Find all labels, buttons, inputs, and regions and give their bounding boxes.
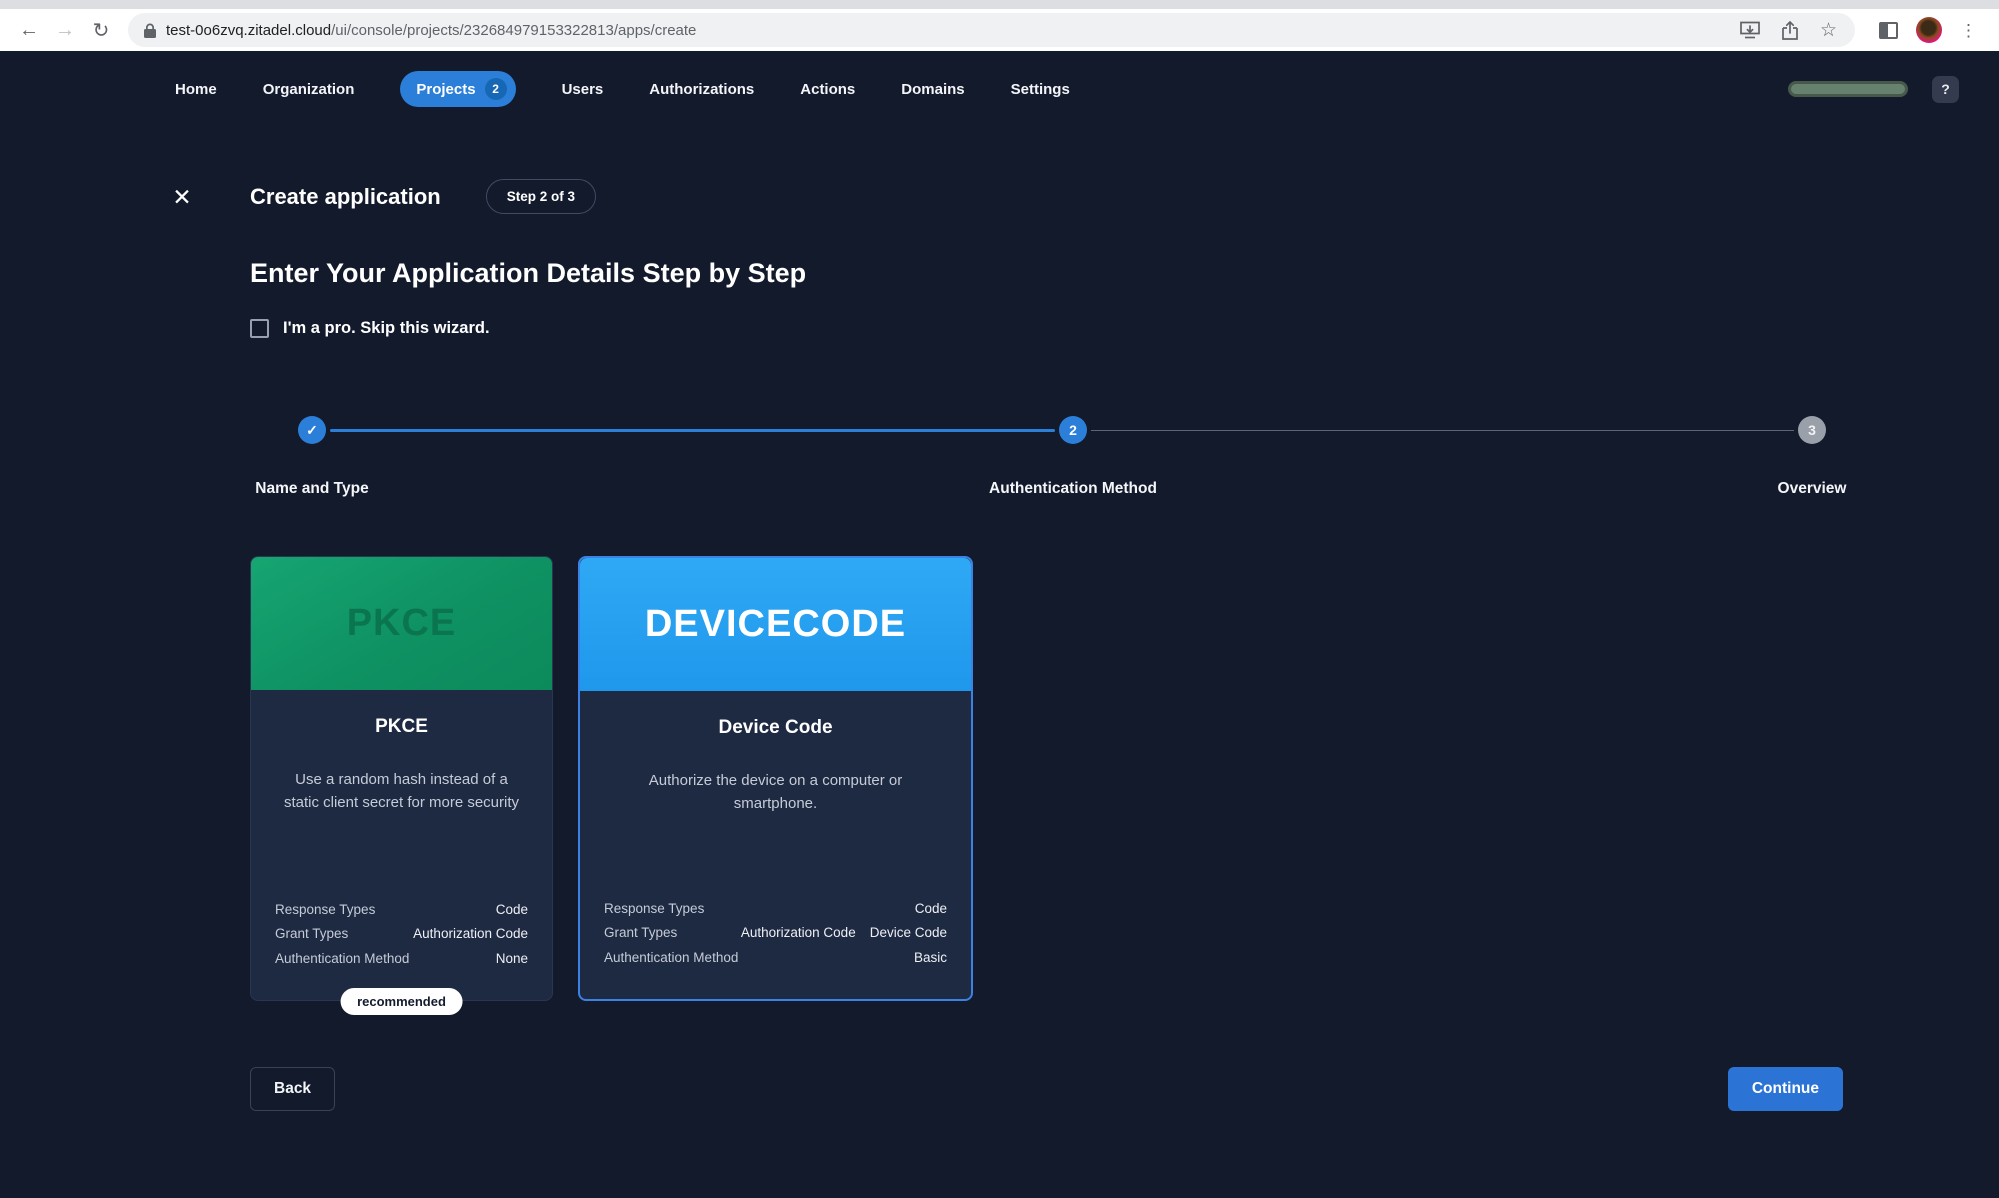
pkce-card-body: PKCE Use a random hash instead of a stat… bbox=[251, 690, 552, 1000]
back-button[interactable]: Back bbox=[250, 1067, 335, 1111]
detail-label: Authentication Method bbox=[604, 947, 738, 969]
detail-value: Device Code bbox=[870, 922, 947, 944]
browser-toolbar: ← → ↻ test-0o6zvq.zitadel.cloud/ui/conso… bbox=[0, 9, 1999, 51]
pkce-card-details: Response Types Code Grant Types Authoriz… bbox=[275, 899, 528, 970]
recommended-badge: recommended bbox=[340, 988, 463, 1015]
help-button[interactable]: ? bbox=[1932, 76, 1959, 103]
pkce-card-description: Use a random hash instead of a static cl… bbox=[275, 768, 528, 815]
step-3-circle: 3 bbox=[1798, 416, 1826, 444]
nav-item-projects[interactable]: Projects 2 bbox=[400, 71, 515, 107]
wizard-heading: Enter Your Application Details Step by S… bbox=[250, 258, 1999, 289]
nav-item-settings[interactable]: Settings bbox=[1011, 81, 1070, 98]
page-title: Create application bbox=[250, 184, 441, 210]
detail-value: Basic bbox=[914, 947, 947, 969]
wizard-stepper: ✓ 2 3 Name and Type Authentication Metho… bbox=[250, 416, 1870, 516]
detail-label: Response Types bbox=[275, 899, 375, 921]
devicecode-banner: DEVICECODE bbox=[580, 558, 971, 691]
devicecode-card-description: Authorize the device on a computer or sm… bbox=[604, 769, 947, 816]
step-1-circle: ✓ bbox=[298, 416, 326, 444]
auth-method-card-pkce[interactable]: PKCE PKCE Use a random hash instead of a… bbox=[250, 556, 553, 1001]
pkce-card-title: PKCE bbox=[375, 716, 428, 738]
detail-row: Response Types Code bbox=[275, 899, 528, 921]
browser-tab-strip bbox=[0, 0, 1999, 9]
pkce-banner: PKCE bbox=[251, 557, 552, 690]
url-text: test-0o6zvq.zitadel.cloud/ui/console/pro… bbox=[166, 22, 1730, 39]
detail-row: Grant Types Authorization Code Device Co… bbox=[604, 922, 947, 944]
auth-method-card-devicecode[interactable]: DEVICECODE Device Code Authorize the dev… bbox=[578, 556, 973, 1001]
address-bar[interactable]: test-0o6zvq.zitadel.cloud/ui/console/pro… bbox=[128, 13, 1855, 47]
wizard-header: ✕ Create application Step 2 of 3 bbox=[170, 179, 1999, 214]
step-connector-2-3 bbox=[1091, 430, 1794, 431]
detail-value: Authorization Code bbox=[413, 923, 528, 945]
url-domain: test-0o6zvq.zitadel.cloud bbox=[166, 22, 331, 39]
detail-label: Response Types bbox=[604, 898, 704, 920]
console-topnav: Home Organization Projects 2 Users Autho… bbox=[0, 51, 1999, 127]
topnav-items: Home Organization Projects 2 Users Autho… bbox=[175, 71, 1070, 107]
browser-menu-icon[interactable]: ⋮ bbox=[1960, 22, 1977, 39]
nav-item-users[interactable]: Users bbox=[562, 81, 604, 98]
browser-back-button[interactable]: ← bbox=[14, 15, 44, 45]
skip-wizard-label: I'm a pro. Skip this wizard. bbox=[283, 319, 490, 338]
nav-item-domains[interactable]: Domains bbox=[901, 81, 964, 98]
detail-row: Response Types Code bbox=[604, 898, 947, 920]
detail-row: Authentication Method Basic bbox=[604, 947, 947, 969]
skip-wizard-checkbox[interactable] bbox=[250, 319, 269, 338]
zitadel-console: Home Organization Projects 2 Users Autho… bbox=[0, 51, 1999, 1198]
nav-item-organization[interactable]: Organization bbox=[263, 81, 355, 98]
org-context-pill[interactable] bbox=[1788, 81, 1908, 97]
detail-value: Code bbox=[496, 899, 528, 921]
detail-label: Grant Types bbox=[604, 922, 677, 944]
detail-row: Grant Types Authorization Code bbox=[275, 923, 528, 945]
detail-value: Code bbox=[915, 898, 947, 920]
step-connector-1-2 bbox=[330, 429, 1055, 432]
lock-icon bbox=[144, 23, 156, 38]
continue-button[interactable]: Continue bbox=[1728, 1067, 1843, 1111]
devicecode-card-body: Device Code Authorize the device on a co… bbox=[580, 691, 971, 999]
detail-value: Authorization Code bbox=[741, 922, 856, 944]
devicecode-card-details: Response Types Code Grant Types Authoriz… bbox=[604, 898, 947, 969]
share-icon[interactable] bbox=[1782, 21, 1798, 40]
devicecode-card-title: Device Code bbox=[718, 717, 832, 739]
skip-wizard-row[interactable]: I'm a pro. Skip this wizard. bbox=[250, 319, 1999, 338]
urlbar-actions: ☆ bbox=[1740, 19, 1843, 42]
nav-item-home[interactable]: Home bbox=[175, 81, 217, 98]
browser-profile-avatar[interactable] bbox=[1916, 17, 1942, 43]
step-3-label: Overview bbox=[1778, 480, 1847, 498]
detail-row: Authentication Method None bbox=[275, 948, 528, 970]
close-icon[interactable]: ✕ bbox=[170, 185, 194, 209]
nav-item-authorizations[interactable]: Authorizations bbox=[649, 81, 754, 98]
browser-toolbar-right: ⋮ bbox=[1867, 17, 1985, 43]
browser-reload-button[interactable]: ↻ bbox=[86, 15, 116, 45]
step-chip: Step 2 of 3 bbox=[486, 179, 596, 214]
detail-label: Grant Types bbox=[275, 923, 348, 945]
step-1-label: Name and Type bbox=[255, 480, 368, 498]
browser-forward-button[interactable]: → bbox=[50, 15, 80, 45]
bookmark-star-icon[interactable]: ☆ bbox=[1820, 19, 1837, 42]
nav-item-projects-label: Projects bbox=[416, 81, 475, 98]
detail-value: None bbox=[496, 948, 528, 970]
projects-count-badge: 2 bbox=[485, 78, 507, 100]
url-path: /ui/console/projects/232684979153322813/… bbox=[331, 22, 696, 39]
side-panel-icon[interactable] bbox=[1879, 22, 1898, 39]
wizard-actions: Back Continue bbox=[250, 1067, 1843, 1111]
install-icon[interactable] bbox=[1740, 21, 1760, 39]
step-2-circle: 2 bbox=[1059, 416, 1087, 444]
step-2-label: Authentication Method bbox=[989, 480, 1157, 498]
nav-item-actions[interactable]: Actions bbox=[800, 81, 855, 98]
detail-label: Authentication Method bbox=[275, 948, 409, 970]
auth-method-cards: PKCE PKCE Use a random hash instead of a… bbox=[250, 556, 1999, 1001]
